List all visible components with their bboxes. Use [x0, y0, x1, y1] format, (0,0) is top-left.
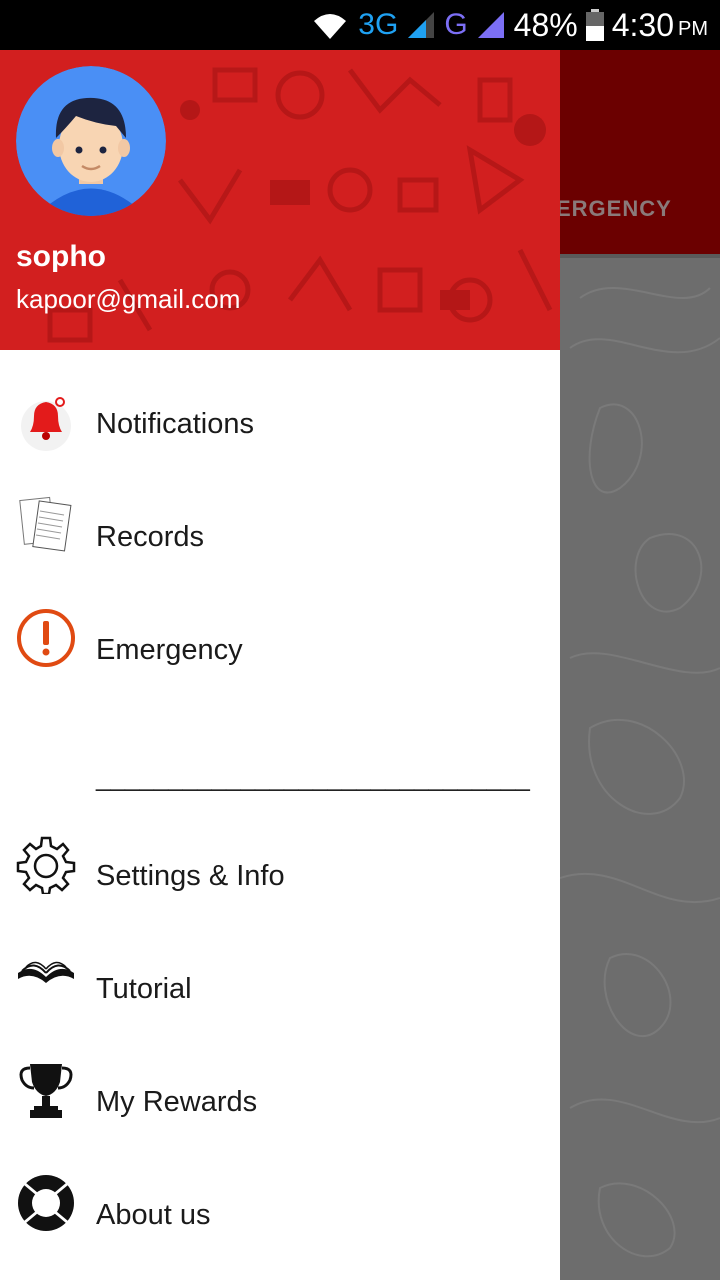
menu-item-emergency[interactable]: Emergency [0, 594, 560, 707]
menu-label-about: About us [96, 1199, 211, 1231]
menu-label-rewards: My Rewards [96, 1086, 258, 1118]
gear-icon [16, 836, 76, 894]
user-email: kapoor@gmail.com [16, 284, 241, 314]
lifebuoy-icon [18, 1175, 74, 1231]
menu-label-records: Records [96, 521, 204, 553]
book-icon [18, 961, 74, 983]
battery-icon [585, 9, 604, 41]
menu-label-emergency: Emergency [96, 634, 243, 666]
bell-icon [21, 397, 71, 451]
battery-percent: 48% [513, 6, 578, 43]
menu-item-settings[interactable]: Settings & Info [0, 820, 560, 933]
trophy-icon [19, 1064, 73, 1118]
menu-label-tutorial: Tutorial [96, 973, 192, 1005]
drawer-header: sopho kapoor@gmail.com [0, 50, 560, 350]
clock-ampm: PM [678, 17, 708, 40]
menu-item-tutorial[interactable]: Tutorial [0, 933, 560, 1046]
tab-emergency[interactable]: ERGENCY [556, 196, 672, 222]
section-divider: ______________________________ [96, 762, 530, 792]
menu-label-notifications: Notifications [96, 408, 254, 440]
network-3g-label: 3G [358, 8, 399, 41]
menu-label-settings: Settings & Info [96, 860, 285, 892]
menu-item-records[interactable]: Records [0, 481, 560, 594]
user-name: sopho [16, 240, 106, 273]
wifi-icon [314, 14, 347, 39]
menu-item-rewards[interactable]: My Rewards [0, 1046, 560, 1159]
topographic-pattern [560, 287, 720, 1258]
signal-icon [408, 12, 435, 38]
avatar[interactable] [16, 66, 166, 216]
network-g-label: G [444, 8, 468, 41]
navigation-drawer: sopho kapoor@gmail.com Notifications Rec… [0, 50, 560, 1280]
user-avatar-icon [16, 66, 166, 216]
menu-item-notifications[interactable]: Notifications [0, 368, 560, 481]
status-bar: 3G G 48% 4:30 PM [0, 0, 720, 50]
clock-time: 4:30 [611, 6, 674, 43]
menu-item-about[interactable]: About us [0, 1159, 560, 1272]
signal-icon-2 [477, 12, 504, 38]
alert-icon [17, 609, 75, 667]
records-icon [19, 496, 72, 552]
